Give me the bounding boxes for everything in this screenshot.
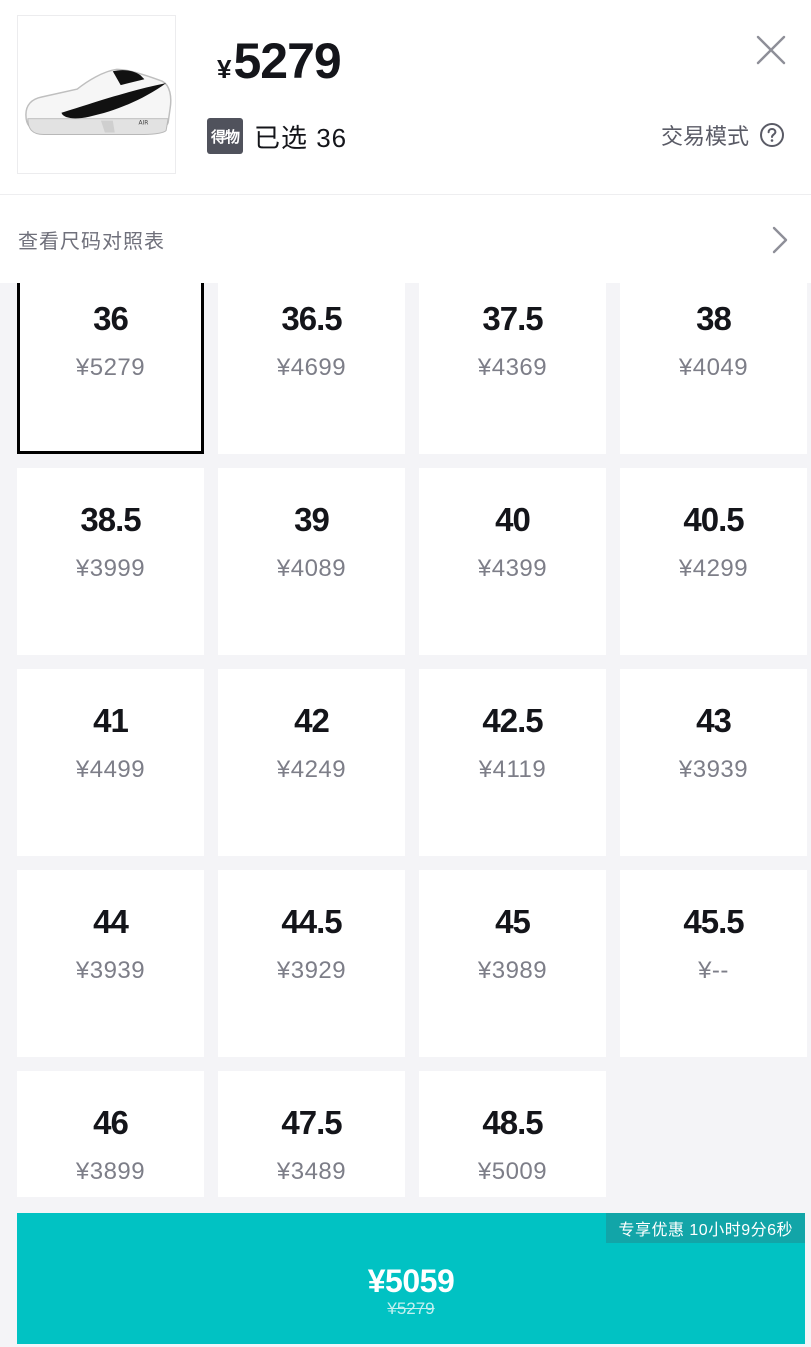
buy-price: ¥5059 bbox=[367, 1263, 455, 1299]
size-label: 39 bbox=[294, 501, 330, 538]
size-price: ¥3939 bbox=[75, 957, 146, 984]
size-price: ¥4249 bbox=[276, 756, 347, 783]
size-option[interactable]: 43 ¥3939 bbox=[620, 669, 807, 856]
size-option[interactable]: 37.5 ¥4369 bbox=[419, 283, 606, 454]
size-price: ¥4049 bbox=[678, 354, 749, 381]
size-label: 36.5 bbox=[281, 300, 342, 337]
size-price: ¥4299 bbox=[678, 555, 749, 582]
size-price: ¥4119 bbox=[478, 756, 547, 783]
size-price: ¥-- bbox=[698, 957, 729, 984]
size-option[interactable]: 42.5 ¥4119 bbox=[419, 669, 606, 856]
size-label: 40 bbox=[495, 501, 531, 538]
size-option[interactable]: 36.5 ¥4699 bbox=[218, 283, 405, 454]
current-price: ¥ 5279 bbox=[217, 32, 342, 92]
size-option[interactable]: 47.5 ¥3489 bbox=[218, 1071, 405, 1197]
buy-original-price: ¥5279 bbox=[387, 1299, 435, 1318]
size-label: 46 bbox=[93, 1104, 129, 1141]
size-option[interactable]: 42 ¥4249 bbox=[218, 669, 405, 856]
size-label: 48.5 bbox=[482, 1104, 543, 1141]
size-option[interactable]: 38.5 ¥3999 bbox=[17, 468, 204, 655]
size-option[interactable]: 39 ¥4089 bbox=[218, 468, 405, 655]
size-label: 45.5 bbox=[683, 903, 744, 940]
product-header: AIR ¥ 5279 得物 已选 36 交易模式 bbox=[0, 0, 811, 195]
size-grid-viewport[interactable]: 36 ¥5279 36.5 ¥4699 37.5 ¥4369 38 ¥4049 38.5 ¥399… bbox=[0, 283, 811, 1197]
size-price: ¥3929 bbox=[276, 957, 347, 984]
size-price: ¥4369 bbox=[477, 354, 548, 381]
size-option[interactable]: 45.5 ¥-- bbox=[620, 870, 807, 1057]
size-label: 44.5 bbox=[281, 903, 342, 940]
size-option[interactable]: 44.5 ¥3929 bbox=[218, 870, 405, 1057]
svg-text:AIR: AIR bbox=[138, 121, 148, 127]
size-option[interactable]: 36 ¥5279 bbox=[17, 283, 204, 454]
size-label: 42 bbox=[294, 702, 330, 739]
trade-mode-link[interactable]: 交易模式 bbox=[661, 118, 785, 152]
chevron-right-icon bbox=[772, 226, 788, 254]
price-value: 5279 bbox=[233, 33, 341, 89]
size-chart-link[interactable]: 查看尺码对照表 bbox=[0, 195, 811, 283]
product-thumbnail: AIR bbox=[17, 15, 176, 174]
size-label: 47.5 bbox=[281, 1104, 342, 1141]
size-label: 40.5 bbox=[683, 501, 744, 538]
size-label: 36 bbox=[93, 300, 129, 337]
size-label: 42.5 bbox=[482, 702, 543, 739]
size-option[interactable]: 41 ¥4499 bbox=[17, 669, 204, 856]
selected-size-text: 已选 36 bbox=[254, 122, 348, 153]
size-price: ¥5279 bbox=[75, 354, 146, 381]
size-label: 43 bbox=[696, 702, 732, 739]
size-price: ¥3489 bbox=[276, 1158, 347, 1185]
size-label: 45 bbox=[495, 903, 531, 940]
selected-size-row: 得物 已选 36 bbox=[207, 118, 347, 154]
size-grid: 36 ¥5279 36.5 ¥4699 37.5 ¥4369 38 ¥4049 38.5 ¥399… bbox=[17, 283, 807, 1197]
help-circle-icon bbox=[760, 123, 784, 147]
size-price: ¥3999 bbox=[75, 555, 146, 582]
size-price: ¥3989 bbox=[477, 957, 548, 984]
size-label: 37.5 bbox=[482, 300, 543, 337]
size-option[interactable]: 44 ¥3939 bbox=[17, 870, 204, 1057]
size-option[interactable]: 45 ¥3989 bbox=[419, 870, 606, 1057]
size-option[interactable]: 46 ¥3899 bbox=[17, 1071, 204, 1197]
trade-mode-label: 交易模式 bbox=[660, 124, 749, 149]
close-icon bbox=[756, 35, 786, 65]
size-price: ¥4699 bbox=[276, 354, 347, 381]
size-price: ¥4089 bbox=[276, 555, 347, 582]
sneaker-image: AIR bbox=[18, 16, 175, 173]
size-option[interactable]: 40 ¥4399 bbox=[419, 468, 606, 655]
size-option[interactable]: 48.5 ¥5009 bbox=[419, 1071, 606, 1197]
size-label: 38.5 bbox=[80, 501, 141, 538]
promo-badge: 专享优惠 10小时9分6秒 bbox=[606, 1213, 805, 1243]
buy-button[interactable]: 专享优惠 10小时9分6秒 ¥5059 ¥5279 bbox=[17, 1213, 805, 1344]
close-button[interactable] bbox=[752, 31, 790, 69]
size-price: ¥4499 bbox=[75, 756, 146, 783]
size-price: ¥5009 bbox=[477, 1158, 548, 1185]
size-price: ¥3939 bbox=[678, 756, 749, 783]
price-currency: ¥ bbox=[217, 54, 232, 84]
size-price: ¥3899 bbox=[75, 1158, 146, 1185]
size-chart-label: 查看尺码对照表 bbox=[18, 230, 165, 253]
size-label: 44 bbox=[93, 903, 129, 940]
size-option[interactable]: 38 ¥4049 bbox=[620, 283, 807, 454]
size-label: 38 bbox=[696, 300, 732, 337]
size-price: ¥4399 bbox=[477, 555, 548, 582]
size-label: 41 bbox=[93, 702, 129, 739]
size-option[interactable]: 40.5 ¥4299 bbox=[620, 468, 807, 655]
dewu-logo: 得物 bbox=[207, 118, 243, 154]
